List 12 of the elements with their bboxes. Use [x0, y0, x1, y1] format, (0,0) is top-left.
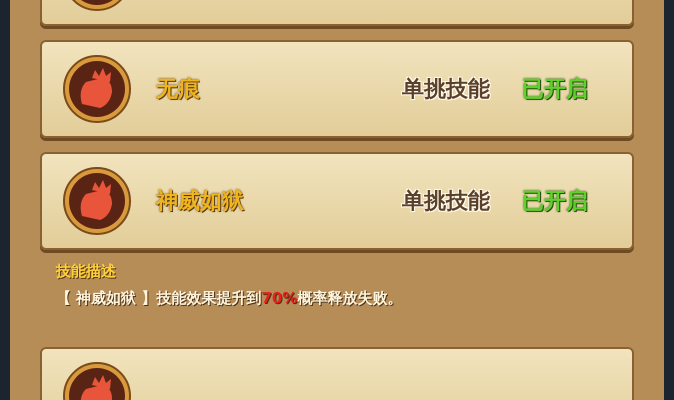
skill-card[interactable]: 神威如狱 单挑技能 已开启 [40, 152, 634, 250]
description-text: 【 神威如狱 】技能效果提升到70%概率释放失败。 [56, 288, 404, 308]
skill-status: 已开启 [522, 188, 588, 216]
skill-type: 单挑技能 [402, 188, 490, 216]
skill-name: 神威如狱 [156, 188, 245, 216]
skill-card[interactable]: 无痕 单挑技能 已开启 [40, 40, 634, 138]
skill-type: 单挑技能 [402, 76, 490, 104]
description-title: 技能描述 [56, 261, 117, 282]
skill-name: 无痕 [156, 76, 201, 104]
fist-icon [62, 166, 132, 236]
skill-status: 已开启 [522, 76, 588, 104]
fist-icon [62, 54, 132, 124]
